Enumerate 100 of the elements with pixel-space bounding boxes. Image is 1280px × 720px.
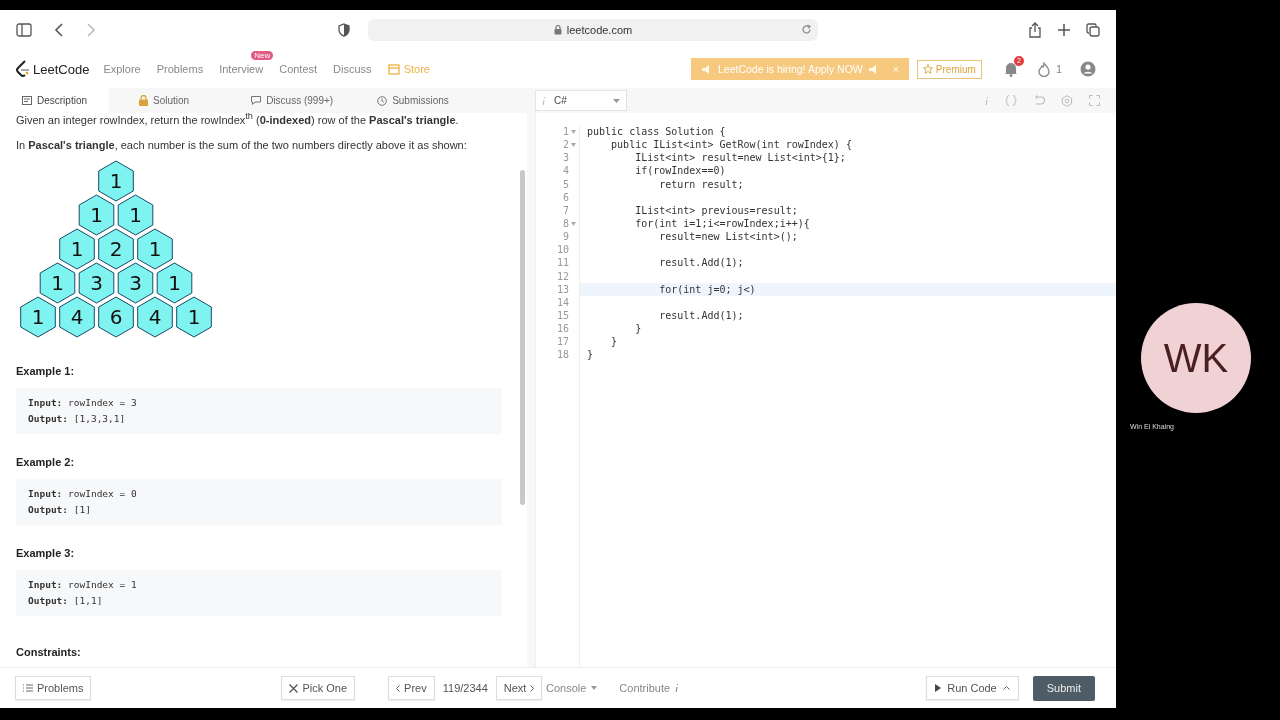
nav-link[interactable]: Explore (103, 63, 141, 75)
line-number: 1 (562, 126, 569, 138)
nav-link[interactable]: Problems (156, 63, 204, 75)
code-line: } (634, 323, 642, 335)
sidebar-icon[interactable] (16, 23, 32, 37)
logo-text[interactable]: LeetCode (33, 61, 90, 77)
code-line: for(int i=1;i<=rowIndex;i++){ (634, 218, 810, 229)
list-icon (23, 684, 33, 692)
address-bar[interactable]: leetcode.com (368, 19, 818, 41)
reload-icon[interactable] (801, 24, 812, 35)
code-line: public class Solution { (587, 126, 726, 137)
tab[interactable]: Submissions (355, 88, 471, 113)
scrollbar[interactable] (520, 170, 525, 505)
shield-icon[interactable] (338, 23, 350, 37)
next-button[interactable]: Next (495, 676, 543, 700)
streak-count: 1 (1055, 63, 1062, 75)
star-icon (922, 64, 933, 74)
submit-button[interactable]: Submit (1032, 675, 1095, 701)
input-text: Input: rowIndex = 0 (28, 486, 138, 501)
braces-icon[interactable] (1005, 95, 1017, 106)
output-text: Output: [1,3,3,1] (28, 411, 127, 426)
example-title: Example 3: (16, 546, 76, 559)
console-button[interactable]: Console (542, 682, 602, 694)
fold-icon[interactable] (571, 142, 576, 147)
code-line: result=new List<int>(); (658, 231, 798, 243)
share-icon[interactable] (1028, 22, 1042, 38)
new-tab-icon[interactable] (1058, 24, 1070, 36)
line-number: 11 (556, 257, 569, 269)
back-icon[interactable] (54, 23, 64, 37)
code-line: result.Add(1); (658, 257, 744, 269)
problem-counter: 119/2344 (442, 682, 488, 694)
nav-link[interactable]: Contest (279, 63, 318, 75)
reset-icon[interactable] (1033, 95, 1045, 106)
line-number: 18 (556, 349, 569, 361)
line-number: 4 (562, 165, 569, 177)
caret-up-icon (1002, 686, 1010, 690)
code-line: for(int j=0; j<) (658, 283, 756, 295)
banner-text: LeetCode is hiring! Apply NOW (718, 63, 863, 75)
problems-button[interactable]: Problems (15, 676, 92, 700)
code-line: } (610, 336, 618, 348)
store-icon (387, 63, 400, 75)
play-icon (935, 684, 942, 692)
info-icon (675, 683, 680, 693)
output-text: Output: [1] (28, 502, 92, 517)
tab[interactable]: Solution (109, 88, 230, 113)
constraints-title: Constraints: (16, 645, 82, 658)
tab[interactable]: Description (0, 88, 110, 113)
fold-icon[interactable] (571, 221, 576, 226)
chevron-left-icon (396, 684, 401, 692)
lock-icon (139, 95, 149, 106)
language-select[interactable]: C# (535, 90, 627, 111)
line-number: 17 (556, 336, 569, 348)
problem-statement: Given an integer rowIndex, return the rowIndex$^{th}$ (0-indexed) row of the Pascal's triangle. (16, 113, 460, 128)
new-badge: New (251, 51, 274, 60)
info-icon (542, 95, 546, 106)
line-number: 16 (556, 323, 569, 335)
participant-avatar: WK (1141, 303, 1251, 413)
line-number: 8 (562, 218, 569, 230)
bell-icon[interactable] (1003, 61, 1018, 77)
forward-icon[interactable] (86, 23, 96, 37)
line-number: 2 (562, 139, 569, 151)
code-line: return result; (658, 178, 744, 190)
chevron-right-icon (530, 684, 535, 692)
logo-icon[interactable] (16, 60, 30, 78)
line-number: 12 (556, 270, 569, 282)
code-line: if(rowIndex==0) (634, 165, 726, 177)
user-icon[interactable] (1080, 61, 1096, 77)
tabs-icon[interactable] (1086, 23, 1100, 37)
document-icon (22, 96, 32, 105)
line-number: 14 (556, 296, 569, 308)
fold-icon[interactable] (571, 129, 576, 134)
code-line: result.Add(1); (658, 309, 744, 321)
output-text: Output: [1,1] (28, 593, 104, 608)
fullscreen-icon[interactable] (1089, 95, 1100, 106)
shuffle-icon (289, 683, 299, 693)
code-line: IList<int> previous=result; (634, 204, 798, 216)
nav-link[interactable]: Discuss (333, 63, 372, 75)
contribute-button[interactable]: Contribute (615, 682, 684, 694)
pick-one-button[interactable]: Pick One (281, 676, 356, 700)
prev-button[interactable]: Prev (388, 676, 435, 700)
example-title: Example 2: (16, 455, 76, 468)
line-number: 13 (556, 283, 569, 295)
line-number: 3 (562, 152, 569, 164)
tab[interactable]: Discuss (999+) (229, 88, 356, 113)
line-number: 6 (562, 191, 569, 203)
clock-icon (377, 95, 388, 106)
line-number: 15 (556, 310, 569, 322)
settings-icon[interactable] (1061, 94, 1073, 107)
caret-icon (613, 98, 620, 103)
caret-icon (591, 686, 598, 690)
run-code-button[interactable]: Run Code (926, 676, 1019, 700)
info-icon[interactable] (985, 95, 989, 106)
line-number: 10 (556, 244, 569, 256)
line-number: 9 (562, 231, 569, 243)
code-line: public IList<int> GetRow(int rowIndex) { (610, 139, 852, 151)
line-number: 7 (562, 204, 569, 216)
example-title: Example 1: (16, 364, 76, 377)
nav-link[interactable]: Interview (219, 63, 264, 75)
flame-icon[interactable] (1037, 61, 1050, 77)
url-text: leetcode.com (566, 24, 633, 36)
